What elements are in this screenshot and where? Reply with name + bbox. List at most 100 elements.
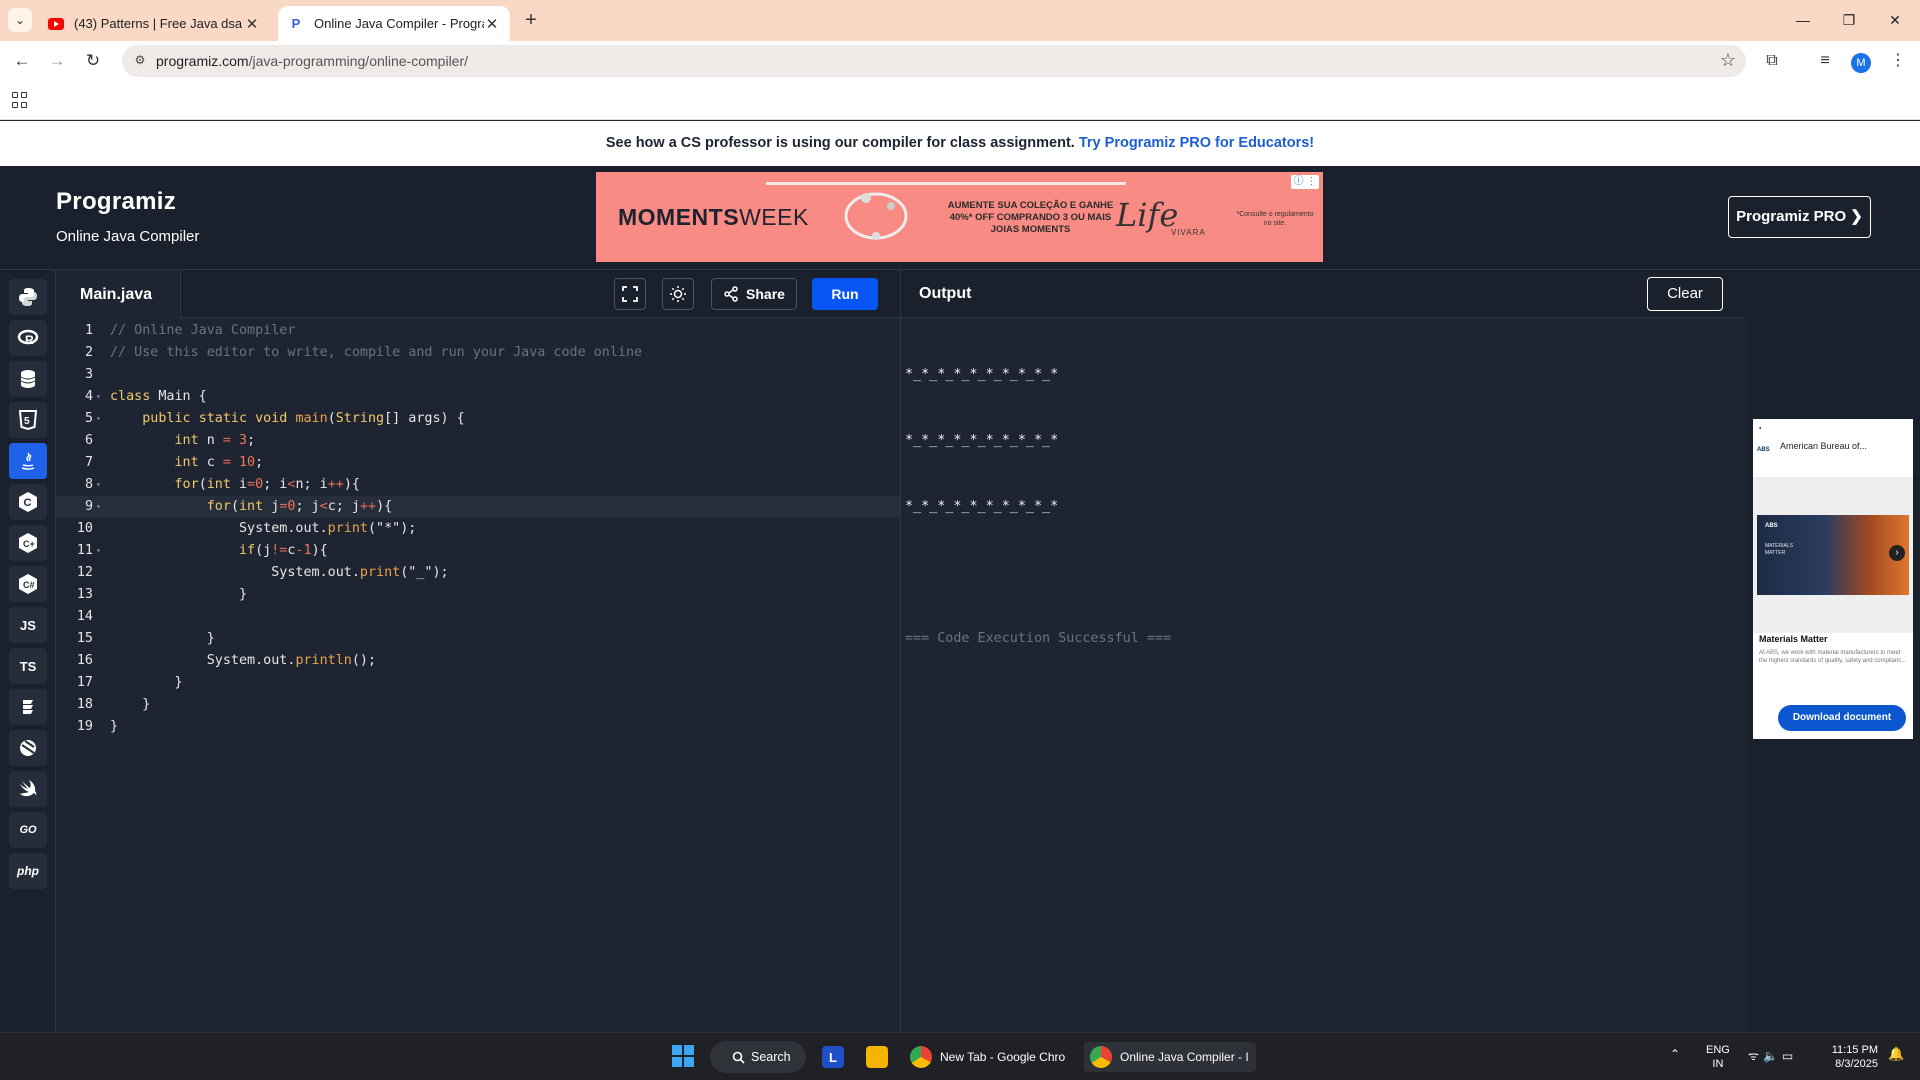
notification-bell-icon[interactable]: 🔔	[1888, 1047, 1904, 1061]
php-icon[interactable]: php	[9, 853, 47, 889]
ad-choices-icon[interactable]: ▪	[1759, 425, 1761, 432]
windows-start-icon[interactable]	[672, 1045, 694, 1067]
typescript-icon[interactable]: TS	[9, 648, 47, 684]
profile-avatar[interactable]: M	[1851, 53, 1871, 73]
close-tab-icon[interactable]: ✕	[484, 15, 500, 33]
chevron-right-icon[interactable]: ›	[1889, 545, 1905, 561]
taskbar-chrome-compiler[interactable]: Online Java Compiler - I	[1084, 1042, 1256, 1072]
close-tab-icon[interactable]: ✕	[244, 15, 260, 33]
code-line[interactable]: 15 }	[56, 628, 900, 650]
ad-body: At ABS, we work with material manufactur…	[1759, 650, 1907, 664]
code-line[interactable]: 4 ▾ class Main {	[56, 386, 900, 408]
code-line[interactable]: 7 int c = 10;	[56, 452, 900, 474]
kotlin-icon[interactable]	[9, 730, 47, 766]
fullscreen-icon[interactable]	[614, 278, 646, 310]
go-alt-icon[interactable]	[9, 689, 47, 725]
share-button[interactable]: Share	[711, 278, 797, 310]
run-button[interactable]: Run	[812, 278, 878, 310]
tab-programiz[interactable]: P Online Java Compiler - Program ✕	[278, 6, 510, 41]
forward-button[interactable]: →	[45, 49, 69, 73]
restore-button[interactable]: ❐	[1826, 8, 1872, 32]
code-line[interactable]: 6 int n = 3;	[56, 430, 900, 452]
code-line[interactable]: 9 ▾ for(int j=0; j<c; j++){	[56, 496, 900, 518]
line-number: 10	[76, 521, 93, 536]
fold-arrow-icon[interactable]: ▾	[96, 540, 101, 562]
taskbar-l-app[interactable]: L	[822, 1042, 844, 1072]
wifi-volume-battery-icon[interactable]: ᯤ🔈▭	[1748, 1049, 1797, 1063]
back-button[interactable]: ←	[10, 49, 34, 73]
ad-image[interactable]: ABS MATERIALS MATTER ›	[1757, 515, 1909, 595]
reload-button[interactable]: ↻	[81, 49, 105, 73]
taskbar-chrome-newtab[interactable]: New Tab - Google Chro	[910, 1042, 1072, 1072]
close-window-button[interactable]: ✕	[1872, 8, 1918, 32]
line-number: 5	[84, 411, 93, 426]
html5-icon[interactable]: 5	[9, 402, 47, 438]
code-line[interactable]: 17 }	[56, 672, 900, 694]
code-line[interactable]: 14	[56, 606, 900, 628]
clear-button[interactable]: Clear	[1647, 277, 1723, 311]
editor-header: Main.java Share Run	[56, 270, 900, 319]
cpp-icon[interactable]: C+	[9, 525, 47, 561]
theme-toggle-icon[interactable]	[662, 278, 694, 310]
code-line[interactable]: 8 ▾ for(int i=0; i<n; i++){	[56, 474, 900, 496]
ad-image-title: MATERIALS MATTER	[1765, 543, 1793, 556]
go-language-icon[interactable]: GO	[9, 812, 47, 848]
media-controls-icon[interactable]: ≡	[1813, 49, 1837, 73]
output-console[interactable]: *_*_*_*_*_*_*_*_*_* *_*_*_*_*_*_*_*_*_* …	[905, 320, 1171, 694]
java-icon[interactable]	[9, 443, 47, 479]
javascript-icon[interactable]: JS	[9, 607, 47, 643]
code-line[interactable]: 5 ▾ public static void main(String[] args…	[56, 408, 900, 430]
programiz-logo[interactable]: Programiz	[56, 188, 176, 216]
minimize-button[interactable]: —	[1780, 8, 1826, 32]
language-indicator[interactable]: ENG IN	[1706, 1043, 1730, 1071]
swift-icon[interactable]	[9, 771, 47, 807]
output-panel: Output Clear *_*_*_*_*_*_*_*_*_* *_*_*_*…	[900, 270, 1746, 1032]
download-document-button[interactable]: Download document	[1778, 705, 1906, 731]
ad-banner[interactable]: MOMENTSWEEK AUMENTE SUA COLEÇÃO E GANHE …	[596, 172, 1323, 262]
code-line[interactable]: 18 }	[56, 694, 900, 716]
fold-arrow-icon[interactable]: ▾	[96, 474, 101, 496]
tab-youtube[interactable]: (43) Patterns | Free Java dsa cou ✕	[38, 6, 270, 41]
programiz-pro-button[interactable]: Programiz PRO ❯	[1728, 196, 1871, 238]
ad-decor-line	[766, 182, 1126, 185]
code-line[interactable]: 16 System.out.println();	[56, 650, 900, 672]
r-language-icon[interactable]: R	[9, 320, 47, 356]
new-tab-button[interactable]: +	[520, 9, 542, 31]
clock[interactable]: 11:15 PM 8/3/2025	[1822, 1043, 1878, 1071]
ad-info-icon[interactable]: ⓘ ⋮	[1291, 175, 1319, 189]
code-line[interactable]: 1 // Online Java Compiler	[56, 320, 900, 342]
url-text[interactable]: programiz.com/java-programming/online-co…	[156, 53, 468, 69]
code-line[interactable]: 13 }	[56, 584, 900, 606]
code-line[interactable]: 3	[56, 364, 900, 386]
code-line[interactable]: 10 System.out.print("*");	[56, 518, 900, 540]
site-info-icon[interactable]: ⚙	[132, 53, 148, 69]
code-line[interactable]: 11 ▾ if(j!=c-1){	[56, 540, 900, 562]
code-line[interactable]: 12 System.out.print("_");	[56, 562, 900, 584]
code-line[interactable]: 2 // Use this editor to write, compile an…	[56, 342, 900, 364]
code-area[interactable]: 1 // Online Java Compiler 2 // Use this edi…	[56, 320, 900, 738]
python-icon[interactable]	[9, 279, 47, 315]
svg-text:C+: C+	[23, 539, 35, 549]
address-bar[interactable]: ⚙ programiz.com/java-programming/online-…	[122, 45, 1746, 77]
tab-search-button[interactable]: ⌄	[8, 8, 32, 32]
side-ad[interactable]: ▪ ABS American Bureau of... ABS MATERIAL…	[1753, 419, 1913, 739]
taskbar-search[interactable]: Search	[710, 1041, 806, 1073]
fold-arrow-icon[interactable]: ▾	[96, 386, 101, 408]
c-language-icon[interactable]: C	[9, 484, 47, 520]
csharp-icon[interactable]: C#	[9, 566, 47, 602]
svg-text:5: 5	[24, 416, 30, 427]
show-hidden-icons-icon[interactable]: ⌃	[1670, 1047, 1680, 1061]
code-line[interactable]: 19}	[56, 716, 900, 738]
extensions-icon[interactable]: ⧉	[1760, 49, 1784, 73]
ad-headline: Materials Matter	[1759, 634, 1828, 644]
fold-arrow-icon[interactable]: ▾	[96, 408, 101, 430]
fold-arrow-icon[interactable]: ▾	[96, 496, 101, 518]
bookmark-star-icon[interactable]: ☆	[1720, 50, 1736, 71]
menu-kebab-icon[interactable]: ⋮	[1886, 49, 1910, 73]
apps-grid-icon[interactable]	[12, 92, 28, 108]
sql-database-icon[interactable]	[9, 361, 47, 397]
line-number: 2	[84, 345, 93, 360]
taskbar-file-explorer[interactable]	[866, 1042, 888, 1072]
file-tab-main-java[interactable]: Main.java	[56, 270, 181, 319]
educators-link[interactable]: Try Programiz PRO for Educators!	[1079, 135, 1314, 151]
